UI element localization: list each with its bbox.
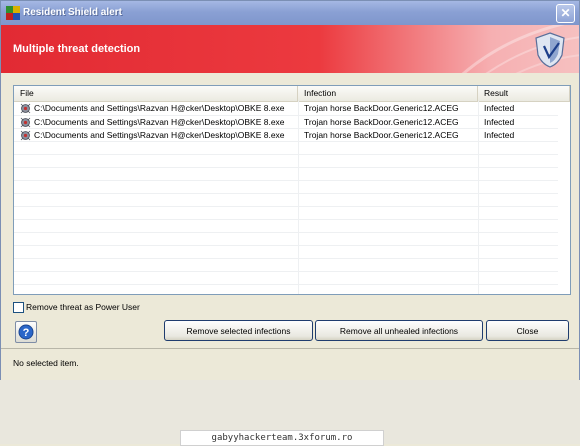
- column-header-result[interactable]: Result: [478, 86, 570, 101]
- table-header: File Infection Result: [14, 86, 570, 102]
- result-status: Infected: [484, 130, 515, 140]
- infected-file-icon: [20, 117, 31, 128]
- status-text: No selected item.: [13, 358, 79, 368]
- alert-window: Resident Shield alert ✕ Multiple threat …: [0, 0, 580, 444]
- shield-icon: [535, 32, 565, 68]
- power-user-label[interactable]: Remove threat as Power User: [26, 302, 140, 313]
- app-logo-icon: [6, 6, 20, 20]
- file-path: C:\Documents and Settings\Razvan H@cker\…: [34, 117, 285, 127]
- window-title: Resident Shield alert: [23, 7, 122, 18]
- infected-file-icon: [20, 130, 31, 141]
- row-divider: [14, 232, 558, 233]
- alert-banner: Multiple threat detection: [1, 25, 579, 73]
- column-header-infection[interactable]: Infection: [298, 86, 478, 101]
- svg-text:?: ?: [23, 327, 30, 339]
- close-icon: ✕: [560, 6, 571, 20]
- title-bar[interactable]: Resident Shield alert ✕: [1, 1, 579, 25]
- table-row[interactable]: C:\Documents and Settings\Razvan H@cker\…: [14, 102, 558, 115]
- power-user-checkbox[interactable]: [13, 302, 24, 313]
- status-bar: No selected item.: [1, 348, 579, 382]
- result-status: Infected: [484, 117, 515, 127]
- close-button[interactable]: Close: [486, 320, 569, 341]
- close-window-button[interactable]: ✕: [556, 4, 575, 23]
- row-divider: [14, 167, 558, 168]
- result-status: Infected: [484, 103, 515, 113]
- infection-name: Trojan horse BackDoor.Generic12.ACEG: [304, 117, 459, 127]
- table-row[interactable]: C:\Documents and Settings\Razvan H@cker\…: [14, 116, 558, 129]
- row-divider: [14, 180, 558, 181]
- help-button[interactable]: ?: [15, 321, 37, 343]
- file-path: C:\Documents and Settings\Razvan H@cker\…: [34, 103, 285, 113]
- row-divider: [14, 154, 558, 155]
- row-divider: [14, 193, 558, 194]
- row-divider: [14, 206, 558, 207]
- row-divider: [14, 284, 558, 285]
- row-divider: [14, 219, 558, 220]
- question-icon: ?: [18, 324, 34, 340]
- row-divider: [14, 245, 558, 246]
- table-row[interactable]: C:\Documents and Settings\Razvan H@cker\…: [14, 129, 558, 142]
- alert-heading: Multiple threat detection: [13, 43, 141, 55]
- row-divider: [14, 271, 558, 272]
- file-path: C:\Documents and Settings\Razvan H@cker\…: [34, 130, 285, 140]
- infected-file-icon: [20, 103, 31, 114]
- column-header-file[interactable]: File: [14, 86, 298, 101]
- remove-all-button[interactable]: Remove all unhealed infections: [315, 320, 483, 341]
- row-divider: [14, 258, 558, 259]
- infection-name: Trojan horse BackDoor.Generic12.ACEG: [304, 103, 459, 113]
- remove-selected-button[interactable]: Remove selected infections: [164, 320, 313, 341]
- infection-name: Trojan horse BackDoor.Generic12.ACEG: [304, 130, 459, 140]
- threat-table[interactable]: File Infection Result C:\Documents and S…: [13, 85, 571, 295]
